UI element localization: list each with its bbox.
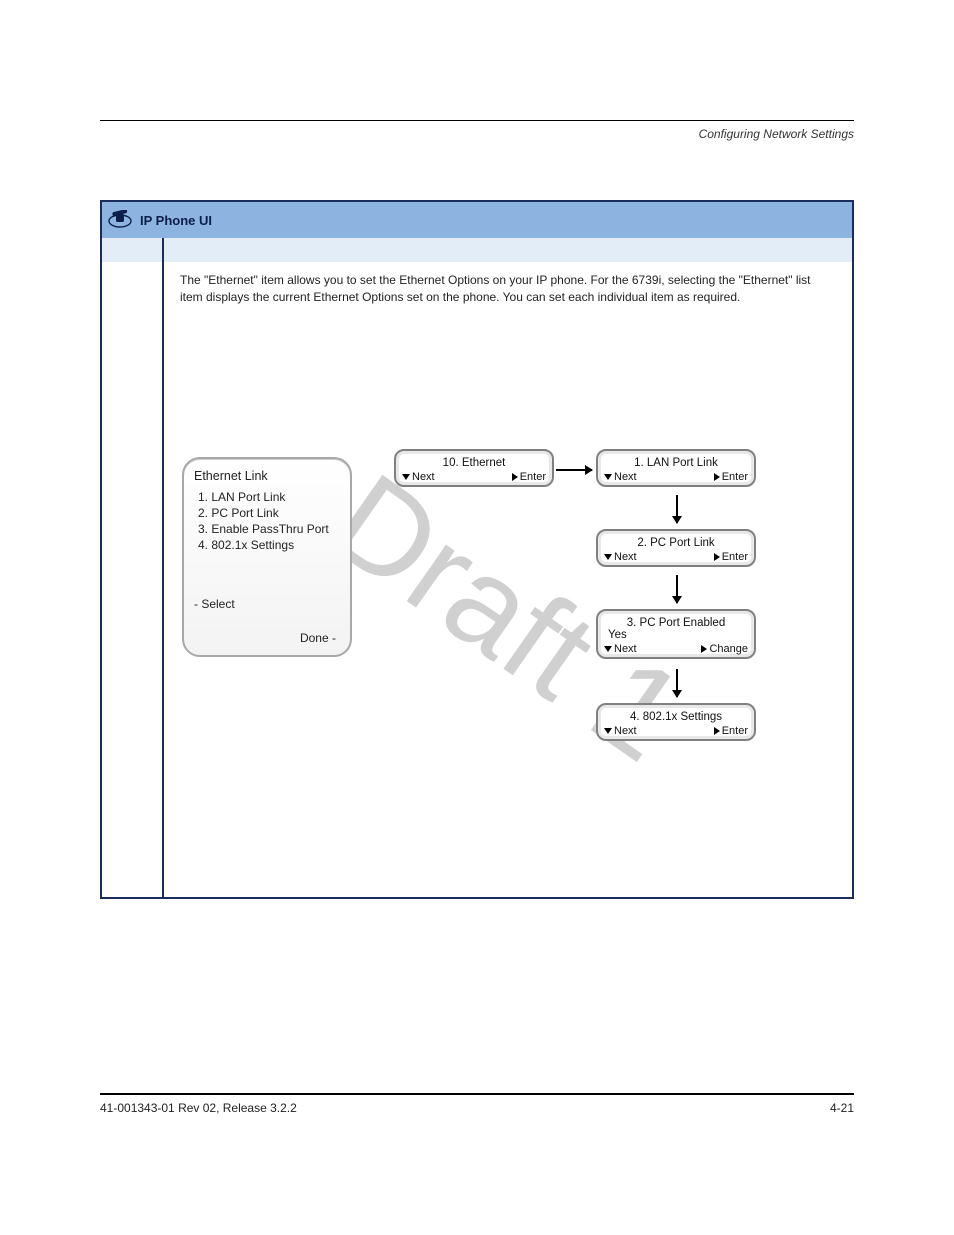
node-title: 4. 802.1x Settings xyxy=(604,711,748,723)
column-header-action xyxy=(162,238,852,262)
done-hint: Done - xyxy=(300,631,336,645)
arrow xyxy=(676,575,678,603)
menu-panel: Ethernet Link 1. LAN Port Link 2. PC Por… xyxy=(182,457,352,657)
softkey-enter: Enter xyxy=(714,551,748,563)
softkey-enter: Enter xyxy=(714,725,748,737)
node-title: 2. PC Port Link xyxy=(604,537,748,549)
arrow xyxy=(676,669,678,697)
settings-table: IP Phone UI The "Ethernet" item allows y… xyxy=(100,200,854,899)
menu-item: 1. LAN Port Link xyxy=(198,489,340,505)
header-right: Configuring Network Settings xyxy=(699,127,854,141)
phone-icon xyxy=(108,210,132,231)
body-text: The "Ethernet" item allows you to set th… xyxy=(164,262,852,307)
chevron-down-icon xyxy=(604,646,612,652)
table-caption: IP Phone UI xyxy=(140,213,212,228)
chevron-down-icon xyxy=(402,474,410,480)
node-title: 10. Ethernet xyxy=(402,457,546,469)
diagram: Draft 1 Ethernet Link 1. LAN Port Link 2… xyxy=(164,337,852,897)
chevron-down-icon xyxy=(604,554,612,560)
softkey-next: Next xyxy=(604,725,637,737)
node-8021x: 4. 802.1x Settings Next Enter xyxy=(596,703,756,741)
softkey-change: Change xyxy=(701,643,748,655)
chevron-right-icon xyxy=(714,473,720,481)
menu-title: Ethernet Link xyxy=(194,469,340,483)
footer-left: 41-001343-01 Rev 02, Release 3.2.2 xyxy=(100,1101,297,1115)
chevron-right-icon xyxy=(714,727,720,735)
chevron-right-icon xyxy=(512,473,518,481)
node-lan-port: 1. LAN Port Link Next Enter xyxy=(596,449,756,487)
arrow xyxy=(676,495,678,523)
footer-right: 4-21 xyxy=(830,1101,854,1115)
softkey-next: Next xyxy=(604,551,637,563)
softkey-next: Next xyxy=(402,471,435,483)
step-cell xyxy=(102,262,162,897)
arrow xyxy=(556,469,592,471)
select-hint: - Select xyxy=(194,597,235,611)
softkey-next: Next xyxy=(604,643,637,655)
chevron-right-icon xyxy=(714,553,720,561)
menu-item: 4. 802.1x Settings xyxy=(198,537,340,553)
menu-item: 3. Enable PassThru Port xyxy=(198,521,340,537)
column-header-step xyxy=(102,238,162,262)
node-ethernet: 10. Ethernet Next Enter xyxy=(394,449,554,487)
node-title: 3. PC Port Enabled xyxy=(604,617,748,629)
menu-item: 2. PC Port Link xyxy=(198,505,340,521)
node-pc-port: 2. PC Port Link Next Enter xyxy=(596,529,756,567)
chevron-down-icon xyxy=(604,474,612,480)
softkey-next: Next xyxy=(604,471,637,483)
softkey-enter: Enter xyxy=(714,471,748,483)
node-title: 1. LAN Port Link xyxy=(604,457,748,469)
action-cell: The "Ethernet" item allows you to set th… xyxy=(162,262,852,897)
softkey-enter: Enter xyxy=(512,471,546,483)
node-pc-enabled: 3. PC Port Enabled Yes Next Change xyxy=(596,609,756,659)
chevron-right-icon xyxy=(701,645,707,653)
chevron-down-icon xyxy=(604,728,612,734)
node-value: Yes xyxy=(604,629,748,641)
